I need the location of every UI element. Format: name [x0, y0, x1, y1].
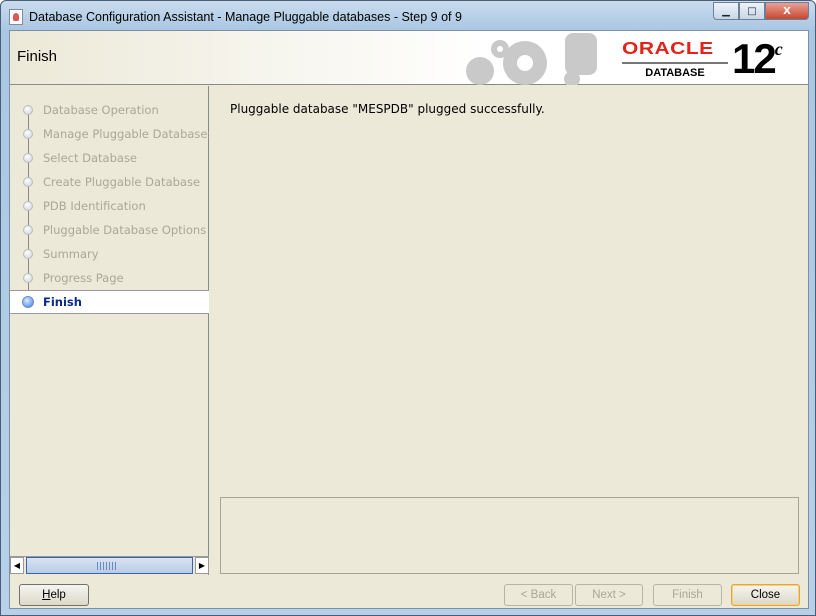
gears-graphic-icon — [466, 33, 597, 85]
step-manage-pluggable-databases: Manage Pluggable Databases — [10, 122, 209, 146]
next-button[interactable]: Next > — [575, 584, 643, 606]
client-area: Finish ORACLE DATABASE 12c Database Oper… — [9, 30, 809, 609]
window-title: Database Configuration Assistant - Manag… — [29, 10, 462, 24]
help-button-label: Help — [42, 589, 66, 601]
scroll-right-icon[interactable]: ▶ — [195, 557, 209, 574]
version-label: 12c — [732, 35, 783, 82]
step-create-pluggable-database: Create Pluggable Database — [10, 170, 209, 194]
step-database-operation: Database Operation — [10, 98, 209, 122]
horizontal-scrollbar[interactable]: ◀ ▶ — [10, 556, 209, 574]
step-dot-icon — [23, 273, 33, 283]
step-dot-icon — [23, 105, 33, 115]
step-pluggable-database-options: Pluggable Database Options — [10, 218, 209, 242]
steps-panel: Database Operation Manage Pluggable Data… — [10, 86, 209, 575]
step-active-icon — [22, 296, 34, 308]
close-button[interactable]: Close — [731, 584, 800, 606]
maximize-button[interactable]: □ — [739, 2, 765, 20]
step-dot-icon — [23, 225, 33, 235]
oracle-brand: ORACLE — [622, 38, 714, 59]
step-dot-icon — [23, 201, 33, 211]
details-area — [220, 497, 799, 574]
title-bar: Database Configuration Assistant - Manag… — [9, 7, 462, 27]
step-finish[interactable]: Finish — [10, 290, 209, 314]
close-window-button[interactable]: X — [765, 2, 809, 20]
scroll-left-icon[interactable]: ◀ — [10, 557, 24, 574]
java-icon — [9, 9, 23, 25]
minimize-button[interactable]: ▁ — [713, 2, 739, 20]
step-dot-icon — [23, 177, 33, 187]
step-select-database: Select Database — [10, 146, 209, 170]
help-button[interactable]: Help — [19, 584, 89, 606]
status-message: Pluggable database "MESPDB" plugged succ… — [230, 102, 545, 116]
dialog-window: Database Configuration Assistant - Manag… — [0, 0, 816, 616]
back-button[interactable]: < Back — [504, 584, 573, 606]
step-dot-icon — [23, 153, 33, 163]
page-title: Finish — [17, 48, 58, 65]
step-summary: Summary — [10, 242, 209, 266]
oracle-logo: ORACLE DATABASE — [622, 37, 728, 79]
step-pdb-identification: PDB Identification — [10, 194, 209, 218]
database-label: DATABASE — [645, 67, 705, 79]
scroll-thumb[interactable] — [26, 557, 193, 574]
step-dot-icon — [23, 249, 33, 259]
step-dot-icon — [23, 129, 33, 139]
header-banner: Finish ORACLE DATABASE 12c — [10, 31, 808, 85]
step-progress-page: Progress Page — [10, 266, 209, 290]
finish-button[interactable]: Finish — [653, 584, 722, 606]
